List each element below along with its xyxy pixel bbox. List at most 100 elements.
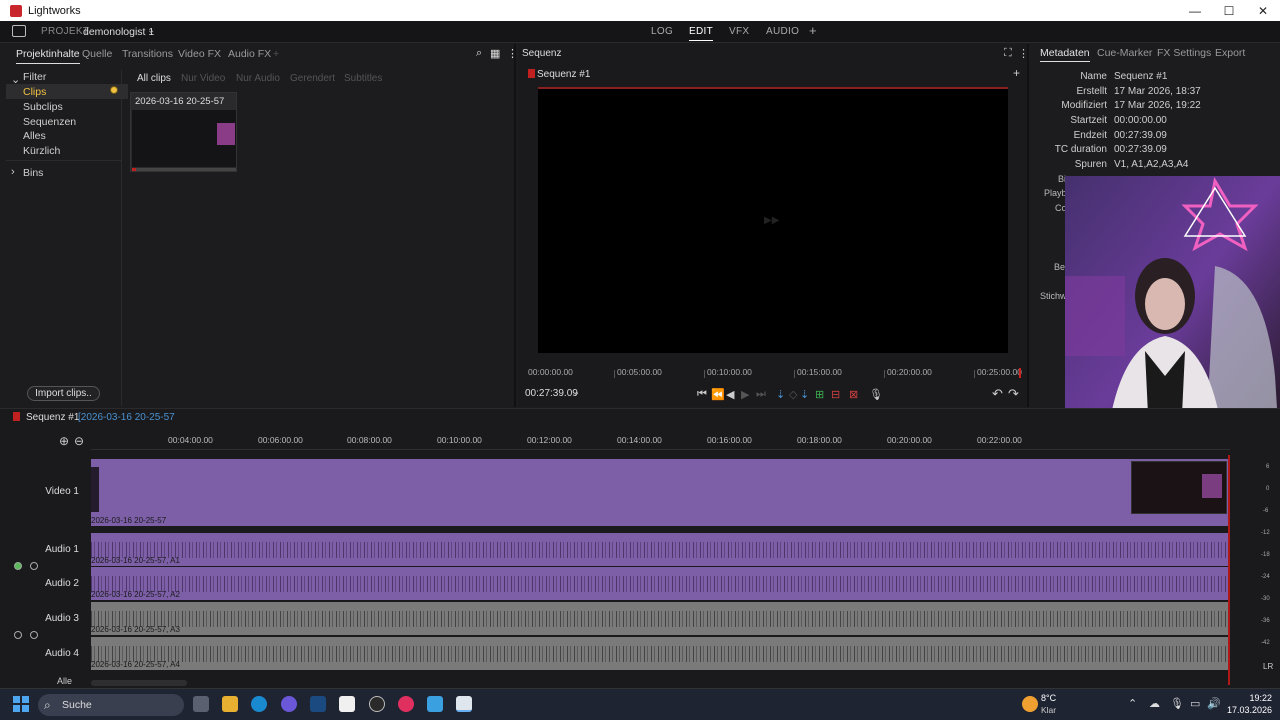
viewer-ruler[interactable]: 00:00:00.00 00:05:00.00 00:10:00.00 00:1… — [520, 362, 1025, 382]
audio-clip-a1[interactable]: 2026-03-16 20-25-57, A1 — [91, 533, 1230, 566]
minimize-button[interactable]: — — [1178, 0, 1212, 21]
all-tracks-button[interactable]: Alle — [57, 676, 72, 686]
tab-fx-settings[interactable]: FX Settings — [1157, 47, 1211, 59]
audio-clip-a2[interactable]: 2026-03-16 20-25-57, A2 — [91, 567, 1230, 600]
audio-clip-a3[interactable]: 2026-03-16 20-25-57, A3 — [91, 602, 1230, 635]
mark-clip-icon[interactable]: ◇ — [789, 388, 797, 401]
import-clips-button[interactable]: Import clips.. — [27, 386, 100, 401]
viewer-timecode[interactable]: 00:27:39.09 — [525, 388, 578, 399]
task-view-icon[interactable] — [193, 696, 209, 712]
add-icon[interactable]: + — [1013, 66, 1020, 80]
video-clip[interactable]: 2026-03-16 20-25-57 — [91, 459, 1230, 526]
tab-metadaten[interactable]: Metadaten — [1040, 47, 1090, 62]
clip-thumbnail[interactable]: 2026-03-16 20-25-57 — [130, 92, 237, 172]
audio-solo-icon[interactable] — [30, 562, 38, 570]
insert-icon[interactable]: ⊞ — [815, 388, 824, 401]
app-icon[interactable] — [398, 696, 414, 712]
cloud-icon[interactable]: ☁ — [1149, 697, 1160, 710]
microphone-icon[interactable]: 🎙 — [1170, 697, 1184, 710]
subtab-gerendert[interactable]: Gerendert — [290, 73, 335, 84]
subtab-subtitles[interactable]: Subtitles — [344, 73, 382, 84]
tab-export[interactable]: Export — [1215, 47, 1245, 59]
tab-log[interactable]: LOG — [651, 26, 673, 37]
track-label-video-1[interactable]: Video 1 — [9, 486, 79, 497]
bins-item[interactable]: Bins — [23, 167, 43, 179]
display-icon[interactable]: ▭ — [1190, 697, 1200, 710]
project-name[interactable]: demonologist 1 — [83, 26, 154, 38]
tab-cue-marker[interactable]: Cue-Marker — [1097, 47, 1152, 59]
filter-item-sequenzen[interactable]: Sequenzen — [23, 116, 76, 128]
step-back-icon[interactable]: ⏪ — [711, 388, 725, 401]
timeline-playhead[interactable] — [1228, 455, 1230, 685]
filter-header[interactable]: Filter — [23, 71, 46, 83]
chevron-down-icon[interactable]: ⌄ — [147, 25, 155, 36]
subtab-nur-video[interactable]: Nur Video — [181, 73, 225, 84]
zoom-in-icon[interactable]: ⊕ — [59, 434, 69, 448]
search-icon[interactable]: ⌕ — [476, 47, 482, 60]
more-icon[interactable]: ⋮ — [507, 47, 518, 60]
audio-monitor-off-icon[interactable] — [14, 631, 22, 639]
capcut-icon[interactable] — [339, 696, 355, 712]
obs-icon[interactable] — [369, 696, 385, 712]
chevron-right-icon[interactable]: › — [11, 166, 15, 178]
windows-start-icon[interactable] — [13, 696, 29, 712]
tab-video-fx[interactable]: Video FX — [178, 48, 221, 60]
tab-projektinhalte[interactable]: Projektinhalte — [16, 48, 80, 64]
audio-clip-a4[interactable]: 2026-03-16 20-25-57, A4 — [91, 637, 1230, 670]
go-to-start-icon[interactable]: ⏮ — [697, 388, 707, 401]
weather-icon[interactable] — [1022, 696, 1038, 712]
clock-time[interactable]: 19:22 — [1224, 693, 1272, 703]
add-tab-button[interactable]: + — [809, 23, 817, 38]
playhead[interactable] — [1019, 368, 1021, 378]
undo-icon[interactable]: ↶ — [992, 386, 1003, 402]
subtab-nur-audio[interactable]: Nur Audio — [236, 73, 280, 84]
speaker-icon[interactable]: 🔊 — [1207, 697, 1221, 710]
overwrite-icon[interactable]: ⊟ — [831, 388, 840, 401]
more-icon[interactable]: ⋮ — [1018, 47, 1029, 60]
timeline-sequence-name[interactable]: Sequenz #1 — [26, 412, 79, 423]
zoom-out-icon[interactable]: ⊖ — [74, 434, 84, 448]
subtab-all-clips[interactable]: All clips — [137, 73, 171, 84]
track-label-audio-3[interactable]: Audio 3 — [9, 613, 79, 624]
discord-icon[interactable] — [281, 696, 297, 712]
fullscreen-icon[interactable]: ⛶ — [1004, 47, 1012, 60]
tab-edit[interactable]: EDIT — [689, 26, 713, 41]
mark-in-icon[interactable]: ⇣ — [776, 388, 785, 401]
chevron-down-icon[interactable]: ⌄ — [572, 387, 580, 398]
grid-view-icon[interactable]: ▦ — [490, 47, 500, 60]
tab-audio-fx[interactable]: Audio FX — [228, 48, 271, 60]
mark-out-icon[interactable]: ⇣ — [800, 388, 809, 401]
tab-vfx[interactable]: VFX — [729, 26, 749, 37]
microphone-icon[interactable]: 🎙 — [869, 388, 883, 401]
filter-item-alles[interactable]: Alles — [23, 130, 46, 142]
exit-project-icon[interactable] — [12, 25, 26, 37]
track-label-audio-2[interactable]: Audio 2 — [9, 578, 79, 589]
track-label-audio-4[interactable]: Audio 4 — [9, 648, 79, 659]
video-preview[interactable]: ▶▶ — [538, 87, 1008, 353]
redo-icon[interactable]: ↷ — [1008, 386, 1019, 402]
filter-item-kuerzlich[interactable]: Kürzlich — [23, 145, 60, 157]
lightworks-taskbar-icon[interactable] — [456, 696, 472, 712]
meta-value-name[interactable]: Sequenz #1 — [1114, 71, 1167, 82]
clock-date[interactable]: 17.03.2026 — [1224, 705, 1272, 715]
app-icon[interactable] — [427, 696, 443, 712]
tab-audio[interactable]: AUDIO — [766, 26, 799, 37]
timeline-scrollbar[interactable] — [91, 680, 187, 686]
add-panel-tab[interactable]: + — [273, 48, 279, 60]
maximize-button[interactable]: ☐ — [1212, 0, 1246, 21]
audio-monitor-on-icon[interactable] — [14, 562, 22, 570]
filter-item-clips[interactable]: Clips — [23, 86, 46, 98]
go-to-end-icon[interactable]: ⏭ — [756, 388, 766, 401]
edge-icon[interactable] — [251, 696, 267, 712]
chevron-up-icon[interactable]: ⌃ — [1128, 697, 1137, 710]
close-button[interactable]: ✕ — [1246, 0, 1280, 21]
tab-transitions[interactable]: Transitions — [122, 48, 173, 60]
file-explorer-icon[interactable] — [222, 696, 238, 712]
delete-icon[interactable]: ⊠ — [849, 388, 858, 401]
play-icon[interactable]: ▶ — [741, 388, 749, 401]
audio-solo-icon[interactable] — [30, 631, 38, 639]
filter-item-subclips[interactable]: Subclips — [23, 101, 63, 113]
timeline-clip-ref[interactable]: [2026-03-16 20-25-57 — [78, 412, 175, 423]
taskbar-search[interactable]: ⌕ Suche — [38, 694, 184, 716]
track-label-audio-1[interactable]: Audio 1 — [9, 544, 79, 555]
